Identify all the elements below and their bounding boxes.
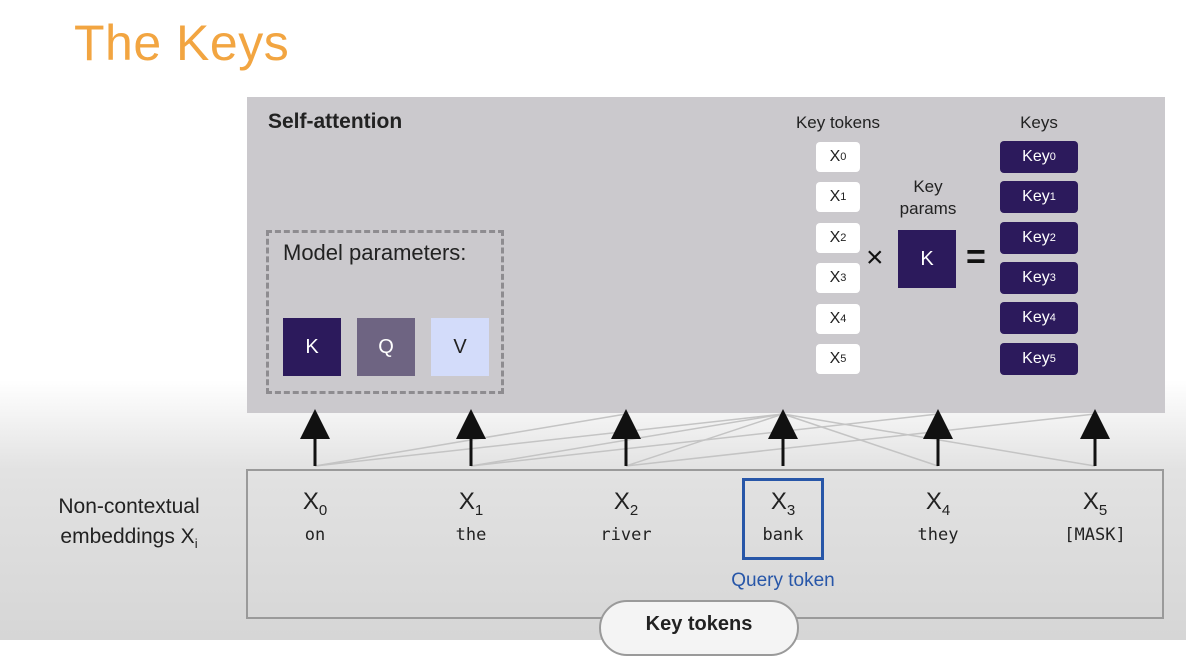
query-token-label: Query token bbox=[731, 570, 835, 591]
token-x4: X4 they bbox=[917, 488, 959, 545]
embeddings-label: Non-contextual embeddings Xi bbox=[58, 495, 200, 552]
token-x2: X2 river bbox=[600, 488, 652, 545]
token-x0: X0 on bbox=[302, 488, 328, 545]
embeddings-box bbox=[246, 469, 1164, 619]
key-tokens-pill-label: Key tokens bbox=[645, 613, 753, 635]
token-x3: X3 bank bbox=[762, 488, 804, 545]
attention-fan-lines bbox=[314, 413, 1096, 467]
token-x1: X1 the bbox=[455, 488, 487, 545]
token-x5: X5 [MASK] bbox=[1064, 488, 1126, 545]
